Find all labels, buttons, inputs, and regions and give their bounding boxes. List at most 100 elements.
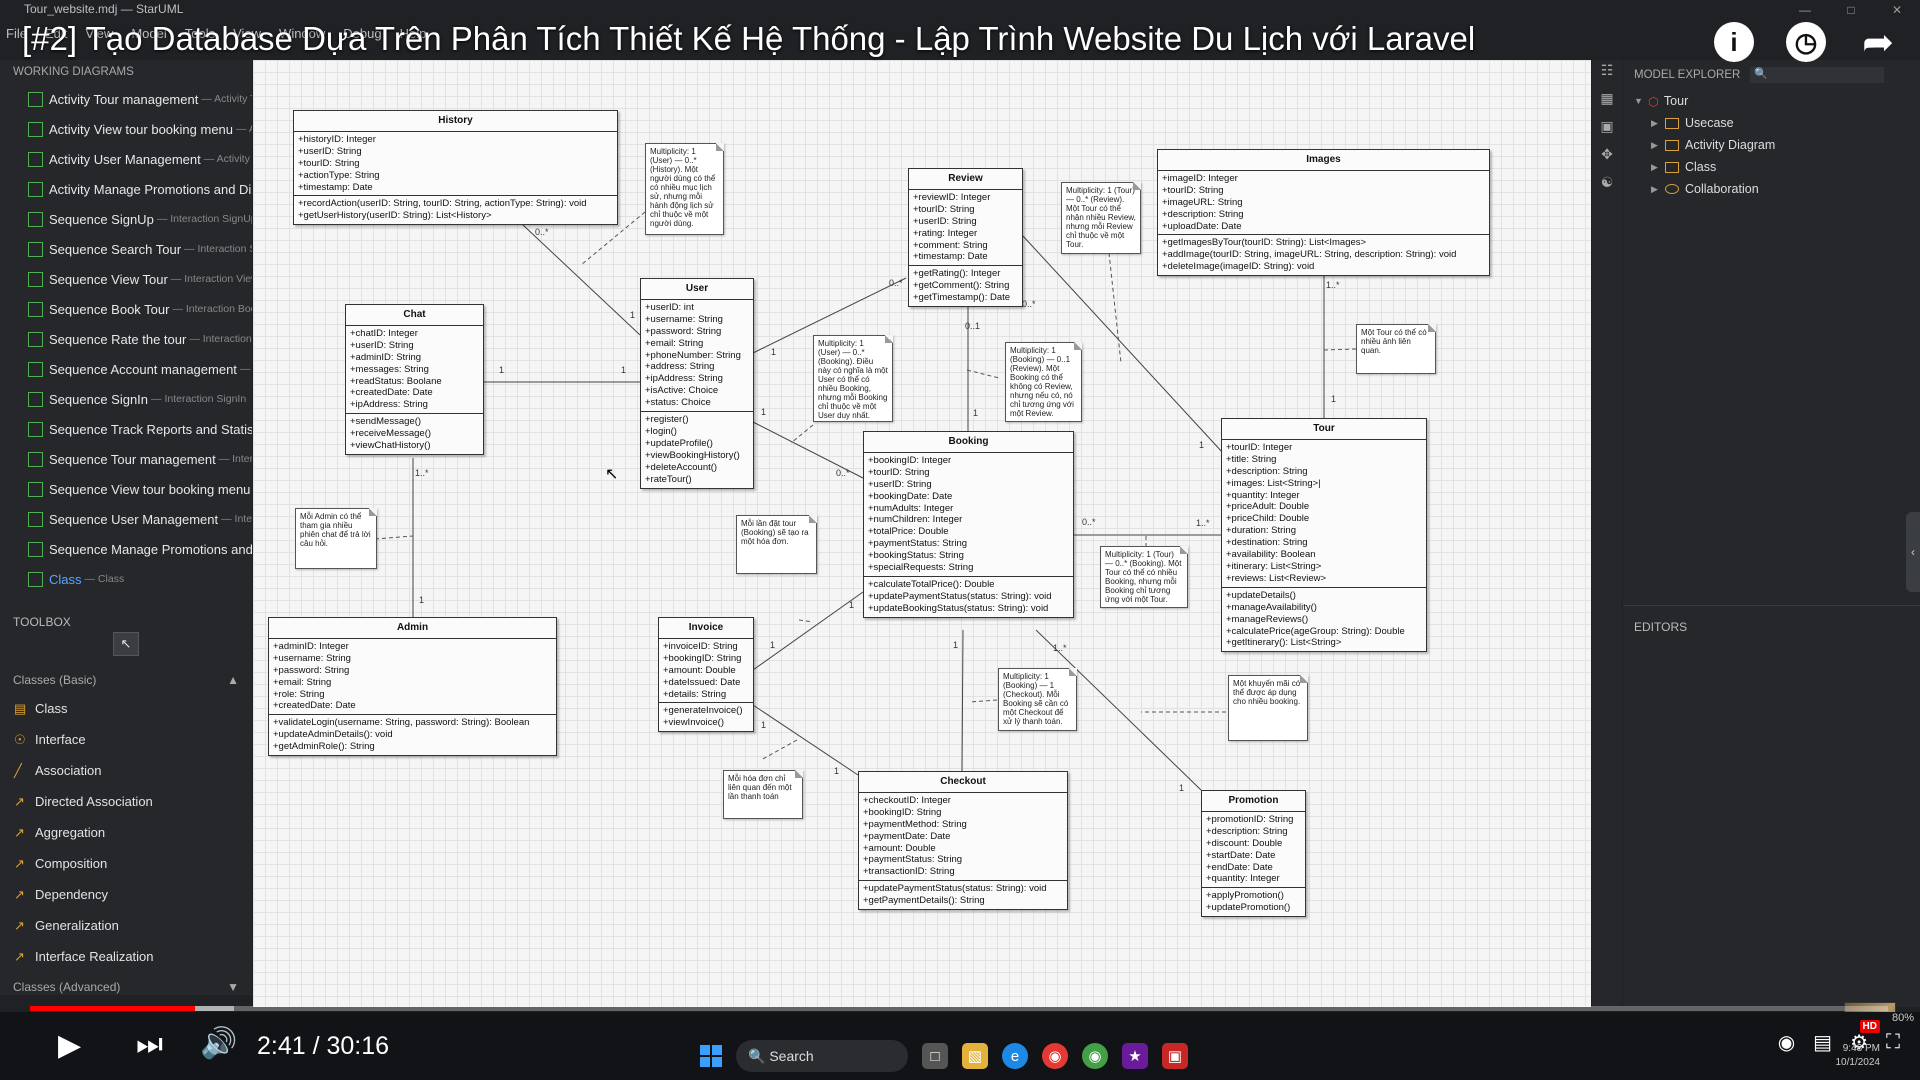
note-history[interactable]: Multiplicity: 1 (User) — 0..* (History).… (645, 143, 724, 235)
class-attribute: +bookingID: Integer (868, 454, 952, 466)
classes-basic-group[interactable]: Classes (Basic) ▲ (0, 659, 252, 693)
working-diagram-item[interactable]: Sequence Search Tour— Interaction Se (0, 234, 252, 264)
info-icon[interactable]: i (1714, 22, 1754, 62)
working-diagram-item[interactable]: Sequence Track Reports and Statistic (0, 414, 252, 444)
class-user[interactable]: User +userID: int +username: String +passw… (640, 278, 754, 489)
share-arrow-icon[interactable]: ➦ (1858, 22, 1898, 64)
note-review[interactable]: Multiplicity: 1 (Tour) — 0..* (Review). … (1061, 182, 1141, 254)
class-operations: +getRating(): Integer +getComment(): Stri… (909, 266, 1022, 306)
file-explorer-icon[interactable]: ▧ (962, 1043, 988, 1069)
play-icon[interactable]: ▶ (58, 1028, 81, 1063)
pointer-tool-icon[interactable]: ↖ (113, 632, 139, 656)
app-icon[interactable]: ▣ (1162, 1043, 1188, 1069)
volume-icon[interactable]: 🔊 (200, 1026, 237, 1061)
model-explorer-header: MODEL EXPLORER 🔍 (1623, 60, 1920, 90)
tree-item-collaboration[interactable]: ▶ Collaboration (1623, 178, 1920, 200)
working-diagram-item[interactable]: Activity View tour booking menu— Ac (0, 114, 252, 144)
working-diagram-item[interactable]: Sequence View tour booking menu— (0, 474, 252, 504)
edge-icon[interactable]: e (1002, 1043, 1028, 1069)
diagram-canvas[interactable]: History +historyID: Integer +userID: Stri… (253, 60, 1591, 1007)
class-promotion[interactable]: Promotion +promotionID: String +descripti… (1201, 790, 1306, 918)
note-bookingreview[interactable]: Multiplicity: 1 (Booking) — 0..1 (Review… (1005, 342, 1082, 422)
panel-toggle-icon[interactable]: ‹ (1906, 512, 1920, 592)
chrome-icon[interactable]: ◉ (1042, 1043, 1068, 1069)
working-diagram-item[interactable]: Sequence Manage Promotions and D (0, 534, 252, 564)
working-diagram-item[interactable]: Sequence View Tour — Interaction View (0, 264, 252, 294)
next-icon[interactable]: ⏭ (136, 1028, 163, 1062)
class-attribute: +paymentStatus: String (863, 854, 963, 866)
navigate-icon[interactable]: ✥ (1592, 146, 1622, 172)
class-history[interactable]: History +historyID: Integer +userID: Stri… (293, 110, 618, 226)
class-operations: +generateInvoice() +viewInvoice() (659, 703, 753, 731)
working-diagram-item[interactable]: Sequence Rate the tour— Interaction R (0, 324, 252, 354)
taskbar-search[interactable]: 🔍 Search (736, 1040, 908, 1072)
working-diagram-item[interactable]: Activity Tour management — Activity T (0, 84, 252, 114)
note-userbooking[interactable]: Multiplicity: 1 (User) — 0..* (Booking).… (813, 335, 893, 422)
note-tourbooking[interactable]: Multiplicity: 1 (Tour) — 0..* (Booking).… (1100, 546, 1188, 608)
working-diagram-item[interactable]: Activity Manage Promotions and Disc (0, 174, 252, 204)
tool-item[interactable]: ↗ Directed Association (0, 786, 252, 817)
note-checkout[interactable]: Multiplicity: 1 (Booking) — 1 (Checkout)… (998, 668, 1077, 731)
tool-item[interactable]: ╱ Association (0, 755, 252, 786)
tool-item[interactable]: ↗ Generalization (0, 910, 252, 941)
class-attribute: +adminID: String (350, 351, 422, 363)
classes-advanced-group[interactable]: Classes (Advanced) ▼ (0, 972, 252, 1000)
class-checkout[interactable]: Checkout +checkoutID: Integer +bookingID:… (858, 771, 1068, 911)
tool-item[interactable]: ↗ Aggregation (0, 817, 252, 848)
tree-item-class[interactable]: ▶ Class (1623, 156, 1920, 178)
progress-bar[interactable] (30, 1006, 1888, 1011)
chrome-profile-icon[interactable]: ◉ (1082, 1043, 1108, 1069)
class-attribute: +bookingDate: Date (868, 490, 953, 502)
watch-later-icon[interactable]: ◷ (1786, 22, 1826, 62)
class-admin[interactable]: Admin +adminID: Integer +username: String… (268, 617, 557, 757)
working-diagram-item[interactable]: Sequence SignIn — Interaction SignIn (0, 384, 252, 414)
task-view-icon[interactable]: □ (922, 1043, 948, 1069)
tree-item-activity[interactable]: ▶ Activity Diagram (1623, 134, 1920, 156)
fullscreen-icon[interactable]: ⛶ (1886, 1031, 1900, 1054)
note-invoice[interactable]: Mỗi hóa đơn chỉ liên quan đến một lần th… (723, 770, 803, 819)
working-diagram-item[interactable]: Class — Class (0, 564, 252, 594)
class-invoice[interactable]: Invoice +invoiceID: String +bookingID: St… (658, 617, 754, 733)
autoplay-toggle-icon[interactable]: ◉ (1778, 1030, 1795, 1055)
class-booking[interactable]: Booking +bookingID: Integer +tourID: Stri… (863, 431, 1074, 618)
extension-icon[interactable]: ☷ (1592, 62, 1622, 88)
note-admin[interactable]: Mỗi Admin có thể tham gia nhiều phiên ch… (295, 508, 377, 569)
tool-item[interactable]: ↗ Interface Realization (0, 941, 252, 972)
share-icon[interactable]: ☯ (1592, 174, 1622, 200)
tree-item-usecase[interactable]: ▶ Usecase (1623, 112, 1920, 134)
tool-item[interactable]: ↗ Composition (0, 848, 252, 879)
staruml-icon[interactable]: ★ (1122, 1043, 1148, 1069)
class-operation: +sendMessage() (350, 416, 422, 428)
class-review[interactable]: Review +reviewID: Integer +tourID: String… (908, 168, 1023, 308)
layout-icon[interactable]: ▦ (1592, 90, 1622, 116)
note-promotion[interactable]: Một khuyến mãi có thể được áp dụng cho n… (1228, 675, 1308, 741)
class-tour[interactable]: Tour +tourID: Integer +title: String +desc… (1221, 418, 1427, 653)
minimize-icon[interactable]: — (1782, 0, 1828, 20)
diagram-icon (28, 511, 43, 527)
tree-root[interactable]: ▼ ⬡ Tour (1623, 90, 1920, 112)
maximize-icon[interactable]: □ (1828, 0, 1874, 20)
working-diagram-item[interactable]: Sequence Book Tour— Interaction Book (0, 294, 252, 324)
chevron-right-icon: ▶ (1651, 161, 1658, 172)
diagram-label: Sequence View tour booking menu (49, 481, 251, 497)
working-diagram-item[interactable]: Sequence Tour management— Interac (0, 444, 252, 474)
working-diagram-item[interactable]: Activity User Management— Activity U (0, 144, 252, 174)
class-attribute: +messages: String (350, 363, 429, 375)
working-diagram-item[interactable]: Sequence SignUp — Interaction SignUp (0, 204, 252, 234)
windows-start-icon[interactable] (700, 1045, 722, 1067)
mult-label: 1..* (415, 468, 429, 478)
close-icon[interactable]: ✕ (1874, 0, 1920, 20)
subtitles-icon[interactable]: ▤ (1813, 1030, 1832, 1055)
search-input[interactable]: 🔍 (1750, 67, 1885, 83)
class-images[interactable]: Images +imageID: Integer +tourID: String +… (1157, 149, 1490, 277)
note-invoicebooking[interactable]: Mỗi lần đặt tour (Booking) sẽ tạo ra một… (736, 515, 817, 574)
working-diagram-item[interactable]: Sequence Account management— Int (0, 354, 252, 384)
class-chat[interactable]: Chat +chatID: Integer +userID: String +adm… (345, 304, 484, 455)
note-images[interactable]: Một Tour có thể có nhiều ảnh liên quan. (1356, 324, 1436, 374)
tool-item[interactable]: ☉ Interface (0, 724, 252, 755)
markdown-icon[interactable]: ▣ (1592, 118, 1622, 144)
working-diagram-item[interactable]: Sequence User Management— Interac (0, 504, 252, 534)
tool-item[interactable]: ↗ Dependency (0, 879, 252, 910)
tool-item[interactable]: ▤ Class (0, 693, 252, 724)
working-diagrams-header: WORKING DIAGRAMS (13, 66, 134, 78)
